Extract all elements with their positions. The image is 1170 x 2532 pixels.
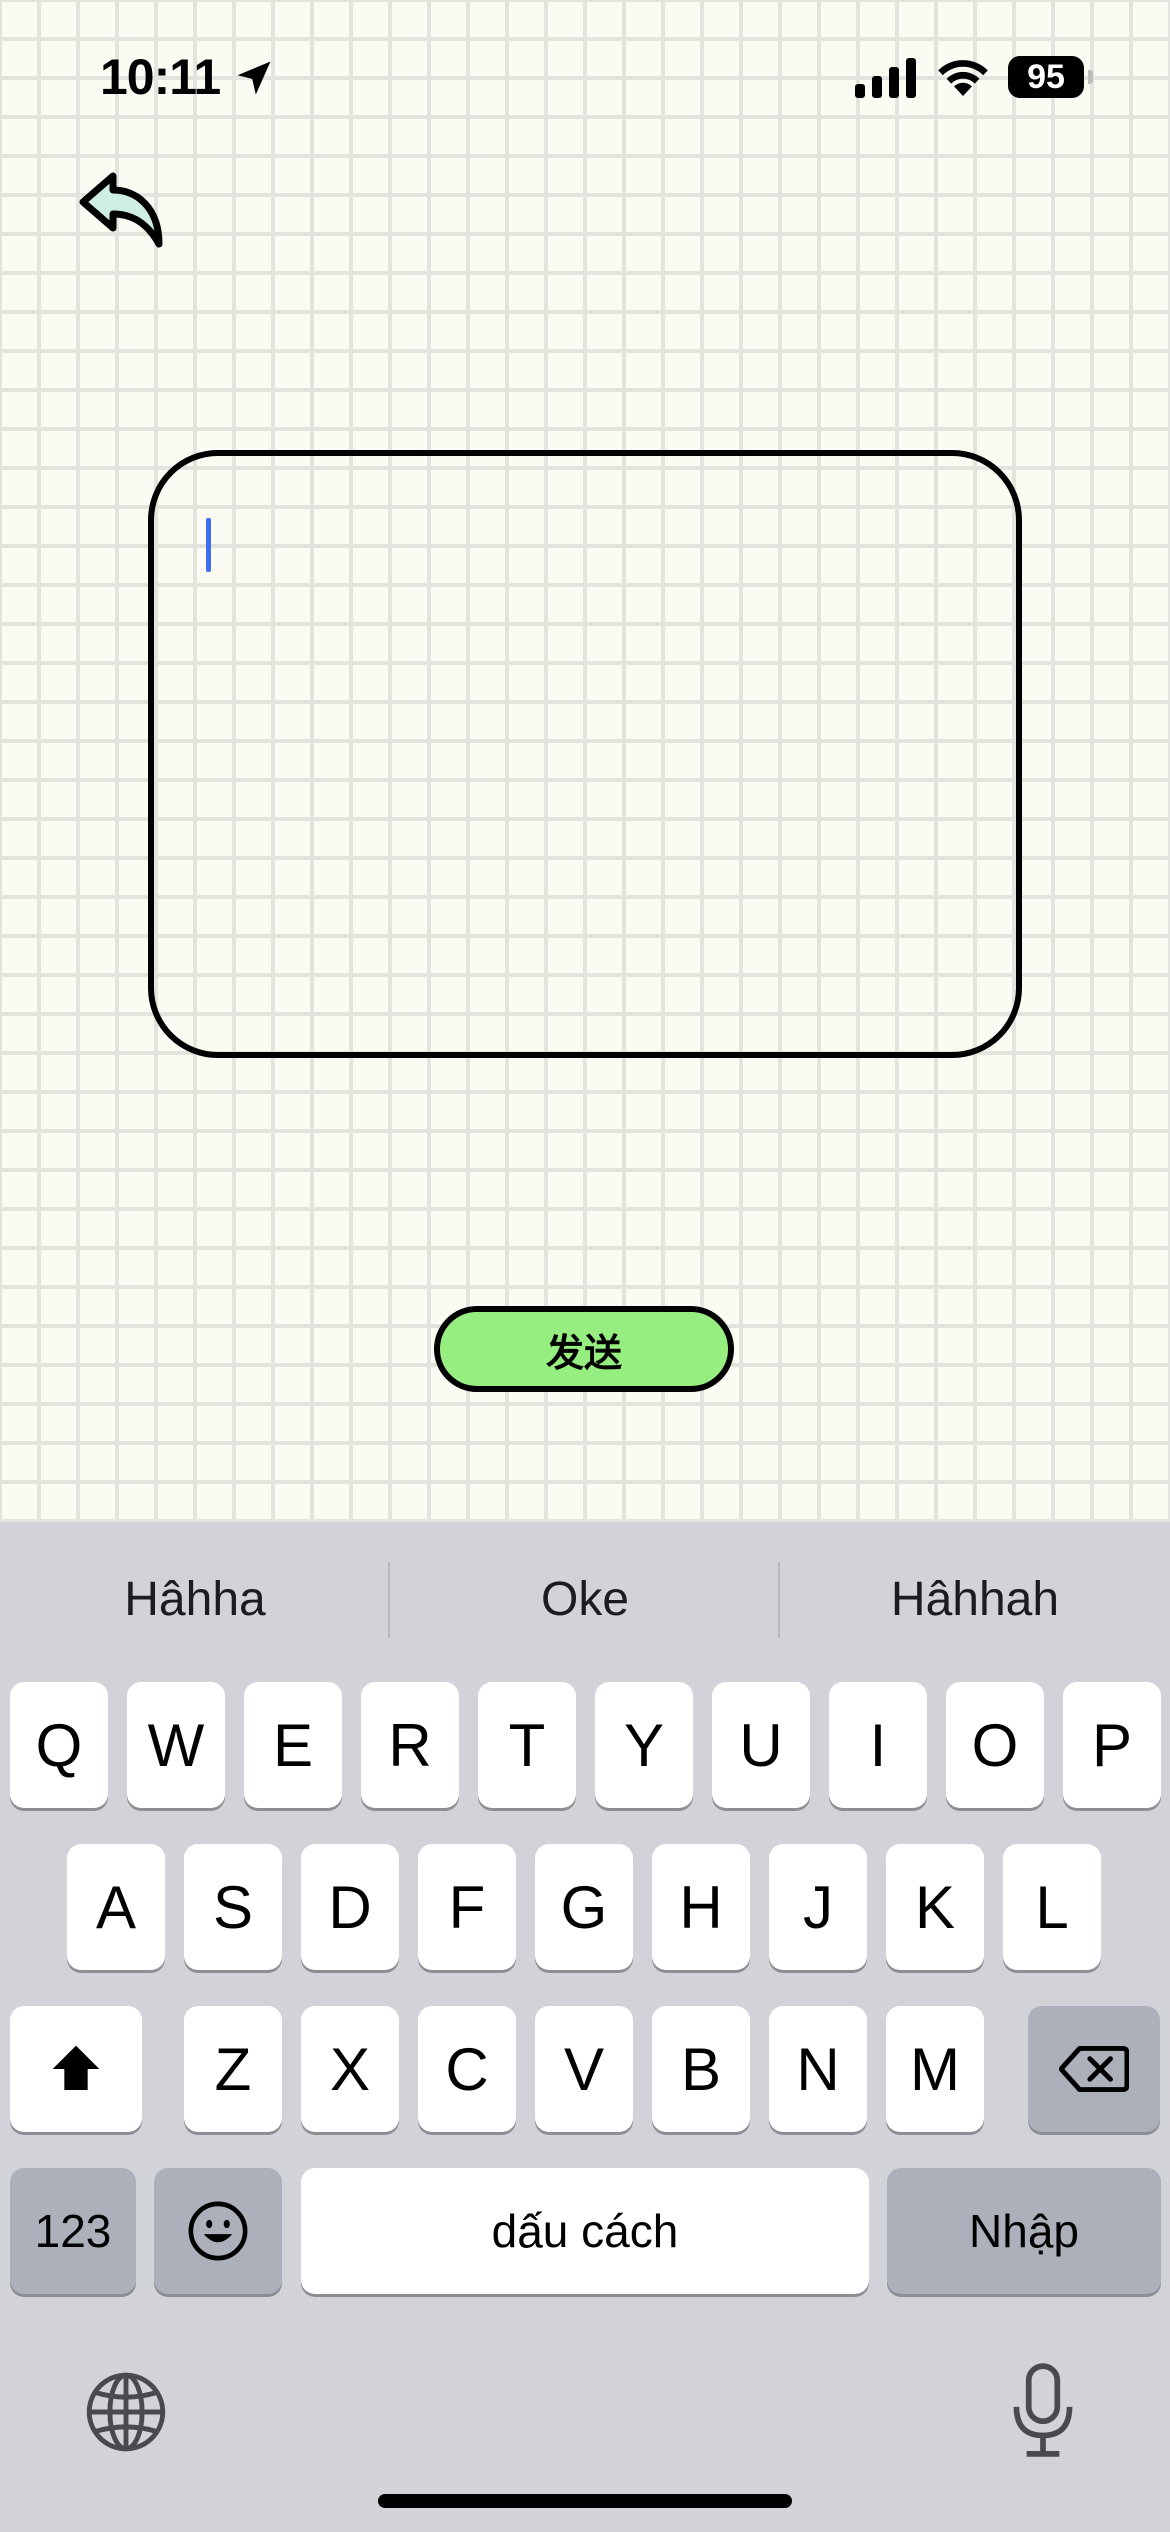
suggestion-1[interactable]: Hâhha <box>0 1572 390 1627</box>
emoji-key[interactable] <box>154 2168 282 2294</box>
key-k[interactable]: K <box>886 1844 984 1970</box>
shift-icon <box>52 2045 100 2090</box>
key-h[interactable]: H <box>652 1844 750 1970</box>
key-g[interactable]: G <box>535 1844 633 1970</box>
key-f[interactable]: F <box>418 1844 516 1970</box>
key-i[interactable]: I <box>829 1682 927 1808</box>
location-arrow-icon <box>237 61 271 95</box>
message-input[interactable] <box>148 450 1022 1058</box>
battery-icon: 95 <box>1008 56 1084 98</box>
key-n[interactable]: N <box>769 2006 867 2132</box>
key-x[interactable]: X <box>301 2006 399 2132</box>
globe-icon[interactable] <box>84 2370 168 2454</box>
return-key[interactable]: Nhập <box>887 2168 1161 2294</box>
keyboard: Hâhha Oke Hâhhah Q W E R T Y U I O P A S… <box>0 1522 1170 2532</box>
numbers-key[interactable]: 123 <box>10 2168 136 2294</box>
key-e[interactable]: E <box>244 1682 342 1808</box>
key-d[interactable]: D <box>301 1844 399 1970</box>
key-v[interactable]: V <box>535 2006 633 2132</box>
text-cursor <box>206 518 211 572</box>
home-indicator[interactable] <box>378 2494 792 2508</box>
key-m[interactable]: M <box>886 2006 984 2132</box>
key-b[interactable]: B <box>652 2006 750 2132</box>
space-key[interactable]: dấu cách <box>301 2168 869 2294</box>
backspace-icon <box>1059 2045 1129 2093</box>
suggestion-2[interactable]: Oke <box>390 1572 780 1627</box>
signal-icon <box>855 58 916 98</box>
battery-nub <box>1088 70 1093 84</box>
key-p[interactable]: P <box>1063 1682 1161 1808</box>
key-u[interactable]: U <box>712 1682 810 1808</box>
key-t[interactable]: T <box>478 1682 576 1808</box>
back-arrow-icon[interactable] <box>75 168 165 252</box>
key-j[interactable]: J <box>769 1844 867 1970</box>
key-a[interactable]: A <box>67 1844 165 1970</box>
delete-key[interactable] <box>1028 2006 1160 2132</box>
key-z[interactable]: Z <box>184 2006 282 2132</box>
key-s[interactable]: S <box>184 1844 282 1970</box>
key-l[interactable]: L <box>1003 1844 1101 1970</box>
suggestion-3[interactable]: Hâhhah <box>780 1572 1170 1627</box>
send-button[interactable]: 发送 <box>434 1306 734 1392</box>
shift-key[interactable] <box>10 2006 142 2132</box>
key-w[interactable]: W <box>127 1682 225 1808</box>
key-o[interactable]: O <box>946 1682 1044 1808</box>
emoji-icon <box>188 2201 248 2261</box>
key-c[interactable]: C <box>418 2006 516 2132</box>
microphone-icon[interactable] <box>1010 2362 1076 2460</box>
key-y[interactable]: Y <box>595 1682 693 1808</box>
wifi-icon <box>938 60 988 96</box>
status-time: 10:11 <box>100 49 221 105</box>
key-r[interactable]: R <box>361 1682 459 1808</box>
key-q[interactable]: Q <box>10 1682 108 1808</box>
